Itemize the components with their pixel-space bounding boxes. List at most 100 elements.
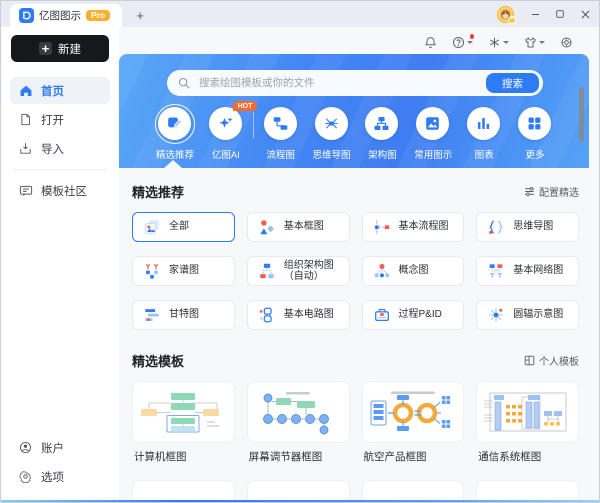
pill-family-tree[interactable]: 家谱图 bbox=[132, 256, 235, 286]
pill-circuit[interactable]: 基本电路图 bbox=[246, 300, 350, 330]
user-icon bbox=[19, 441, 33, 455]
sections: 精选推荐 配置精选 全部 基本框图 基本流程图 思维导图家谱图 组织架构图（自动） 概念图… bbox=[119, 168, 599, 502]
template-partial-1[interactable] bbox=[132, 480, 235, 502]
featured-icon bbox=[158, 107, 191, 140]
sidebar-item-import[interactable]: 导入 bbox=[10, 135, 110, 162]
search-input[interactable] bbox=[197, 76, 479, 90]
templates-section-header: 精选模板 个人模板 bbox=[132, 351, 579, 370]
p-mind-icon bbox=[487, 218, 505, 236]
category-orgchart[interactable]: 架构图 bbox=[358, 104, 406, 161]
gear-icon bbox=[19, 470, 33, 484]
p-all-icon bbox=[143, 218, 161, 236]
search-bar: 搜索 bbox=[167, 70, 543, 96]
common-icon bbox=[416, 107, 450, 140]
minimize-button[interactable] bbox=[524, 3, 546, 25]
p-basic-icon bbox=[258, 218, 276, 236]
category-featured[interactable]: 精选推荐 bbox=[151, 104, 199, 161]
category-chart[interactable]: 图表 bbox=[460, 104, 508, 161]
sidebar-item-home[interactable]: 首页 bbox=[10, 77, 110, 104]
user-avatar[interactable]: ✦ bbox=[497, 5, 516, 24]
pro-badge: Pro bbox=[86, 9, 111, 22]
templates-grid-partial bbox=[132, 480, 579, 502]
pill-basic-diagram[interactable]: 基本框图 bbox=[246, 212, 350, 242]
vip-badge-icon: ✦ bbox=[508, 15, 516, 24]
sidebar-item-options[interactable]: 选项 bbox=[10, 463, 110, 490]
close-button[interactable] bbox=[574, 3, 596, 25]
maximize-button[interactable] bbox=[549, 3, 571, 25]
sidebar-bottom: 账户 选项 bbox=[10, 432, 110, 492]
sidebar-item-account[interactable]: 账户 bbox=[10, 434, 110, 461]
pill-network[interactable]: 基本网络图 bbox=[476, 256, 579, 286]
p-gantt-icon bbox=[143, 306, 161, 324]
app-tab[interactable]: 亿图图示 Pro bbox=[10, 4, 123, 27]
personal-templates-button[interactable]: 个人模板 bbox=[524, 353, 579, 368]
pill-gantt[interactable]: 甘特图 bbox=[132, 300, 235, 330]
sidebar-divider bbox=[12, 169, 108, 170]
pill-org-auto[interactable]: 组织架构图（自动） bbox=[246, 256, 350, 286]
featured-section-header: 精选推荐 配置精选 bbox=[132, 182, 579, 201]
topbar-icons bbox=[119, 27, 599, 54]
tab-title: 亿图图示 bbox=[39, 10, 81, 22]
selected-category-pointer bbox=[164, 160, 182, 168]
template-partial-4[interactable] bbox=[476, 480, 579, 502]
plus-icon: + bbox=[39, 42, 52, 55]
new-tab-button[interactable]: + bbox=[130, 5, 150, 25]
apps-icon[interactable] bbox=[488, 36, 509, 49]
home-icon bbox=[19, 84, 33, 98]
template-thumbnail bbox=[476, 480, 579, 502]
sidebar-item-community[interactable]: 模板社区 bbox=[10, 177, 110, 204]
p-org-icon bbox=[258, 262, 276, 280]
pill-mindmap[interactable]: 思维导图 bbox=[476, 212, 579, 242]
hot-badge: HOT bbox=[233, 101, 257, 111]
titlebar-right: ✦ bbox=[497, 1, 599, 27]
vertical-scrollbar[interactable] bbox=[579, 87, 584, 142]
file-icon bbox=[19, 113, 33, 127]
sidebar-item-open[interactable]: 打开 bbox=[10, 106, 110, 133]
category-flowchart[interactable]: 流程图 bbox=[257, 104, 305, 161]
template-thumbnail bbox=[246, 381, 350, 443]
search-button[interactable]: 搜索 bbox=[486, 73, 539, 93]
sliders-icon bbox=[525, 186, 534, 197]
orgchart-icon bbox=[365, 107, 399, 140]
template-partial-2[interactable] bbox=[246, 480, 350, 502]
template-communication[interactable]: 通信系统框图 bbox=[476, 381, 579, 464]
category-ai[interactable]: HOT 亿图AI bbox=[202, 101, 257, 161]
template-screen-adjuster[interactable]: 屏幕调节器框图 bbox=[246, 381, 350, 464]
settings-icon[interactable] bbox=[560, 36, 573, 49]
pill-pid[interactable]: 过程P&ID bbox=[361, 300, 465, 330]
new-document-button[interactable]: + 新建 bbox=[11, 35, 109, 62]
category-common[interactable]: 常用图示 bbox=[409, 104, 457, 161]
template-computer[interactable]: 计算机框图 bbox=[132, 381, 235, 464]
configure-featured-button[interactable]: 配置精选 bbox=[524, 184, 579, 199]
template-thumbnail bbox=[476, 381, 579, 443]
main-area: + 新建 首页打开导入模板社区 账户选项 搜索 精选推荐HOT亿图AI流程图思维… bbox=[1, 27, 599, 502]
category-mindmap[interactable]: 思维导图 bbox=[308, 104, 356, 161]
notification-dot bbox=[469, 34, 474, 39]
titlebar: 亿图图示 Pro + ✦ bbox=[1, 1, 599, 27]
category-more[interactable]: 更多 bbox=[511, 104, 559, 161]
sidebar: + 新建 首页 打开 导入模板社区 账户 选项 bbox=[1, 27, 119, 502]
templates-grid: 计算机框图 屏幕调节器框图 航空产品框图 通信系统框图 bbox=[132, 381, 579, 480]
caret-down-icon bbox=[539, 41, 545, 44]
template-thumbnail bbox=[132, 480, 235, 502]
import-icon bbox=[19, 142, 33, 156]
pill-basic-flowchart[interactable]: 基本流程图 bbox=[361, 212, 465, 242]
more-icon bbox=[518, 107, 551, 140]
notification-icon[interactable] bbox=[424, 36, 437, 49]
pill-all[interactable]: 全部 bbox=[132, 212, 235, 242]
template-partial-3[interactable] bbox=[361, 480, 465, 502]
ai-icon bbox=[208, 107, 242, 140]
template-thumbnail bbox=[246, 480, 350, 502]
layout-grid-icon bbox=[524, 355, 535, 366]
pill-circle-spoke[interactable]: 圆辐示意图 bbox=[476, 300, 579, 330]
template-aviation[interactable]: 航空产品框图 bbox=[361, 381, 465, 464]
pill-concept[interactable]: 概念图 bbox=[361, 256, 465, 286]
templates-title: 精选模板 bbox=[132, 354, 185, 369]
search-icon bbox=[178, 77, 190, 89]
app-window: 亿图图示 Pro + ✦ + 新建 首页 打开 导入 模板社区 账户 选项 搜索… bbox=[0, 0, 600, 503]
community-icon bbox=[19, 184, 33, 198]
help-icon[interactable] bbox=[452, 34, 474, 49]
theme-icon[interactable] bbox=[524, 36, 545, 49]
sidebar-nav: 首页 打开 导入模板社区 bbox=[10, 75, 110, 206]
window-accent-border bbox=[1, 500, 599, 502]
